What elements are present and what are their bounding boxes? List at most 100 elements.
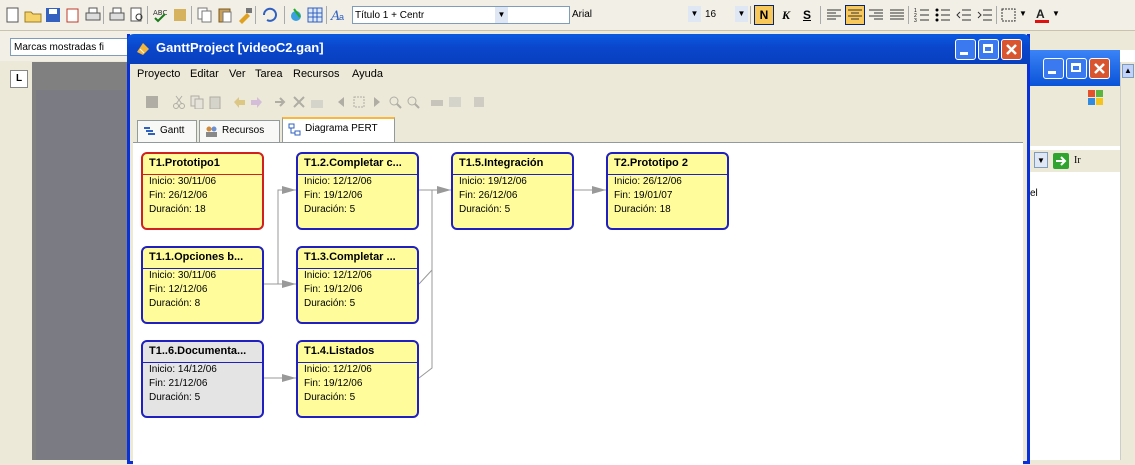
node-duracion: Duración: 8 [149, 298, 201, 309]
save-icon[interactable] [145, 95, 159, 109]
node-duracion: Duración: 5 [459, 204, 511, 215]
font-color-icon[interactable]: A [1033, 6, 1051, 24]
print-icon[interactable] [108, 6, 126, 24]
pert-node[interactable]: T1.4.Listados Inicio: 12/12/06 Fin: 19/1… [296, 340, 419, 418]
copy-icon[interactable] [196, 6, 214, 24]
styles-icon[interactable]: Aa [330, 6, 348, 24]
pert-node[interactable]: T1..6.Documenta... Inicio: 14/12/06 Fin:… [141, 340, 264, 418]
scroll-up-icon[interactable]: ▲ [1122, 64, 1134, 78]
browser-scrollbar[interactable]: ▲ [1120, 62, 1135, 460]
node-duracion: Duración: 5 [304, 204, 356, 215]
maximize-button[interactable] [978, 39, 999, 60]
size-combo[interactable]: ▼ 16 ▼ [688, 6, 748, 24]
markup-combo[interactable]: Marcas mostradas fi [10, 38, 140, 56]
menu-tarea[interactable]: Tarea [255, 68, 283, 80]
menu-ayuda[interactable]: Ayuda [352, 68, 383, 80]
close-button[interactable] [1001, 39, 1022, 60]
undo-icon[interactable] [232, 95, 246, 109]
font-combo[interactable]: Arial [570, 6, 688, 24]
pert-node[interactable]: T2.Prototipo 2 Inicio: 26/12/06 Fin: 19/… [606, 152, 729, 230]
align-left-icon[interactable] [825, 6, 843, 24]
tab-gantt-label: Gantt [160, 125, 185, 136]
node-fin: Fin: 19/01/07 [614, 190, 673, 201]
print-icon[interactable] [430, 95, 444, 109]
menu-proyecto[interactable]: Proyecto [137, 68, 180, 80]
close-button[interactable] [1089, 58, 1110, 79]
research-icon[interactable] [172, 6, 190, 24]
pert-node[interactable]: T1.1.Opciones b... Inicio: 30/11/06 Fin:… [141, 246, 264, 324]
new-document-icon[interactable] [4, 6, 22, 24]
bullet-list-icon[interactable] [934, 6, 952, 24]
italic-button[interactable]: K [777, 6, 795, 24]
pert-node[interactable]: T1.5.Integración Inicio: 19/12/06 Fin: 2… [451, 152, 574, 230]
numbered-list-icon[interactable]: 123 [913, 6, 931, 24]
preview-icon[interactable] [448, 95, 462, 109]
open-folder-icon[interactable] [24, 6, 42, 24]
indent-icon[interactable] [274, 95, 288, 109]
publish-icon[interactable] [472, 95, 486, 109]
svg-text:3: 3 [914, 18, 917, 24]
style-combo[interactable]: Título 1 + Centr ▼ [352, 6, 570, 24]
save-icon[interactable] [44, 6, 62, 24]
borders-icon[interactable] [1000, 6, 1018, 24]
chevron-down-icon[interactable]: ▼ [688, 6, 701, 22]
chevron-down-icon[interactable]: ▼ [495, 7, 508, 23]
tab-stop-selector[interactable]: L [10, 70, 28, 88]
menu-editar[interactable]: Editar [190, 68, 219, 80]
node-inicio: Inicio: 12/12/06 [304, 270, 372, 281]
properties-icon[interactable] [310, 95, 324, 109]
node-inicio: Inicio: 30/11/06 [149, 270, 217, 281]
format-painter-icon[interactable] [236, 6, 254, 24]
table-icon[interactable] [306, 6, 324, 24]
align-center-icon[interactable] [845, 5, 865, 25]
minimize-button[interactable] [955, 39, 976, 60]
tab-diagrama-pert[interactable]: Diagrama PERT [282, 117, 395, 142]
browser-toolbar [1028, 86, 1120, 146]
copy-icon[interactable] [190, 95, 204, 109]
chevron-down-icon[interactable]: ▼ [1019, 9, 1027, 18]
permission-icon[interactable] [64, 6, 82, 24]
tab-recursos[interactable]: Recursos [199, 120, 280, 142]
cut-icon[interactable] [172, 95, 186, 109]
chevron-down-icon[interactable]: ▼ [1034, 152, 1048, 168]
pert-node[interactable]: T1.2.Completar c... Inicio: 12/12/06 Fin… [296, 152, 419, 230]
go-label[interactable]: Ir [1074, 155, 1081, 166]
go-arrow-icon[interactable] [1052, 152, 1070, 170]
menu-ver[interactable]: Ver [229, 68, 246, 80]
maximize-button[interactable] [1066, 58, 1087, 79]
zoom-out-icon[interactable] [406, 95, 420, 109]
chevron-down-icon[interactable]: ▼ [1052, 9, 1060, 18]
paste-icon[interactable] [216, 6, 234, 24]
chevron-down-icon[interactable]: ▼ [735, 6, 748, 22]
underline-button[interactable]: S [798, 6, 816, 24]
scroll-left-icon[interactable] [334, 95, 348, 109]
node-inicio: Inicio: 12/12/06 [304, 364, 372, 375]
spelling-icon[interactable]: ABC [152, 6, 170, 24]
undo-icon[interactable] [260, 6, 278, 24]
increase-indent-icon[interactable] [976, 6, 994, 24]
hyperlink-icon[interactable] [288, 6, 306, 24]
redo-icon[interactable] [250, 95, 264, 109]
justify-icon[interactable] [888, 6, 906, 24]
align-right-icon[interactable] [867, 6, 885, 24]
tab-gantt[interactable]: Gantt [137, 120, 197, 142]
print-preview-icon[interactable] [128, 6, 146, 24]
scroll-right-icon[interactable] [370, 95, 384, 109]
minimize-button[interactable] [1043, 58, 1064, 79]
node-duracion: Duración: 5 [304, 298, 356, 309]
pert-canvas[interactable] [133, 142, 1023, 465]
decrease-indent-icon[interactable] [955, 6, 973, 24]
menu-recursos[interactable]: Recursos [293, 68, 339, 80]
pert-node[interactable]: T1.Prototipo1 Inicio: 30/11/06 Fin: 26/1… [141, 152, 264, 230]
bold-button[interactable]: N [754, 5, 774, 25]
pert-node[interactable]: T1.3.Completar ... Inicio: 12/12/06 Fin:… [296, 246, 419, 324]
node-inicio: Inicio: 26/12/06 [614, 176, 682, 187]
zoom-fit-icon[interactable] [352, 95, 366, 109]
node-inicio: Inicio: 19/12/06 [459, 176, 527, 187]
delete-icon[interactable] [292, 95, 306, 109]
node-inicio: Inicio: 12/12/06 [304, 176, 372, 187]
print-icon[interactable] [84, 6, 102, 24]
zoom-in-icon[interactable] [388, 95, 402, 109]
close-icon [1006, 44, 1017, 55]
paste-icon[interactable] [208, 95, 222, 109]
